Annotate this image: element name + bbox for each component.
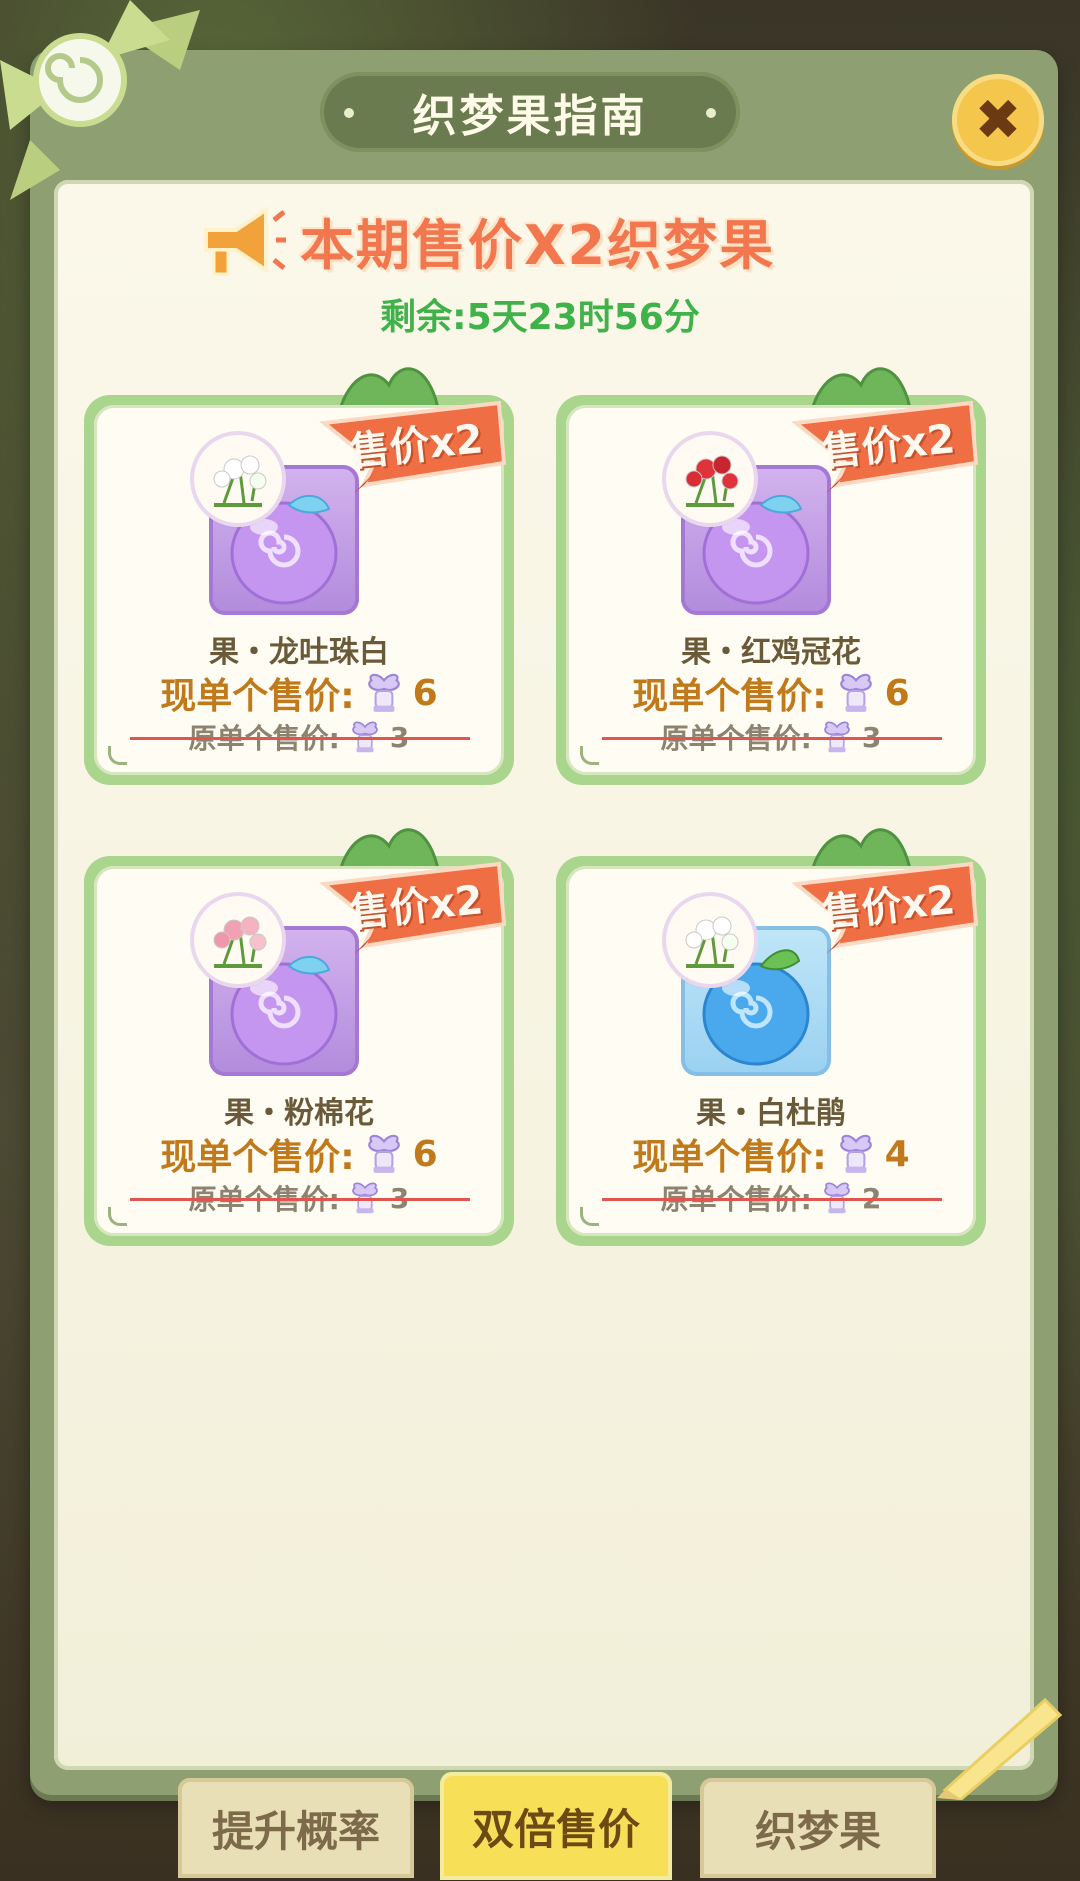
card-corner-decoration [580,1207,599,1226]
panel-title-text: 织梦果指南 [412,91,648,142]
countdown-timer: 剩余:5天23时56分 [380,297,700,338]
current-price-label: 现单个售价: [632,676,827,717]
white-flower-icon [194,435,282,523]
fruit-card[interactable]: 果・红鸡冠花 现单个售价: 6 原单个售价: 3 售价x2 [556,367,986,785]
fruit-name: 果・白杜鹃 [696,1096,846,1131]
close-icon: ✖ [974,87,1022,153]
current-price-label: 现单个售价: [160,1137,355,1178]
current-price: 现单个售价: 6 [94,1128,504,1180]
card-corner-decoration [108,1207,127,1226]
pink-flower-icon [194,896,282,984]
tab-label: 织梦果 [754,1806,881,1856]
title-dot-left [344,108,354,118]
strikethrough-line [130,1198,470,1201]
dream-crystal-icon [367,673,400,712]
tab-double-price[interactable]: 双倍售价 [440,1772,672,1880]
card-corner-decoration [580,746,599,765]
red-celosia-icon [666,435,754,523]
tab-boost-probability[interactable]: 提升概率 [178,1778,414,1878]
title-dot-right [706,108,716,118]
megaphone-icon [204,206,286,276]
dream-crystal-icon [367,1134,400,1173]
fruit-name: 果・粉棉花 [224,1096,374,1131]
promo-title: 本期售价X2织梦果 [300,213,776,277]
strikethrough-line [130,737,470,740]
close-button[interactable]: ✖ [952,74,1044,166]
pencil-decoration-icon [937,1697,1063,1800]
current-price-value: 6 [884,672,910,714]
fruit-name: 果・红鸡冠花 [681,635,861,670]
strikethrough-line [602,1198,942,1201]
current-price-value: 6 [412,1133,438,1175]
dream-crystal-icon [839,673,872,712]
ribbon-bow-icon [0,0,200,200]
current-price: 现单个售价: 4 [566,1128,976,1180]
current-price: 现单个售价: 6 [566,667,976,719]
promo-header: 本期售价X2织梦果 [196,200,896,280]
current-price-value: 6 [412,672,438,714]
tab-dream-fruit[interactable]: 织梦果 [700,1778,936,1878]
current-price-value: 4 [884,1133,910,1175]
white-azalea-icon [666,896,754,984]
fruit-card[interactable]: 果・龙吐珠白 现单个售价: 6 原单个售价: 3 售价x2 [84,367,514,785]
current-price-label: 现单个售价: [160,676,355,717]
card-corner-decoration [108,746,127,765]
tab-label: 提升概率 [211,1806,380,1856]
fruit-card[interactable]: 果・白杜鹃 现单个售价: 4 原单个售价: 2 售价x2 [556,828,986,1246]
dream-crystal-icon [839,1134,872,1173]
strikethrough-line [602,737,942,740]
current-price: 现单个售价: 6 [94,667,504,719]
fruit-name: 果・龙吐珠白 [209,635,389,670]
fruit-card[interactable]: 果・粉棉花 现单个售价: 6 原单个售价: 3 售价x2 [84,828,514,1246]
current-price-label: 现单个售价: [632,1137,827,1178]
tab-label: 双倍售价 [471,1804,640,1854]
panel-title: 织梦果指南 [320,72,740,152]
